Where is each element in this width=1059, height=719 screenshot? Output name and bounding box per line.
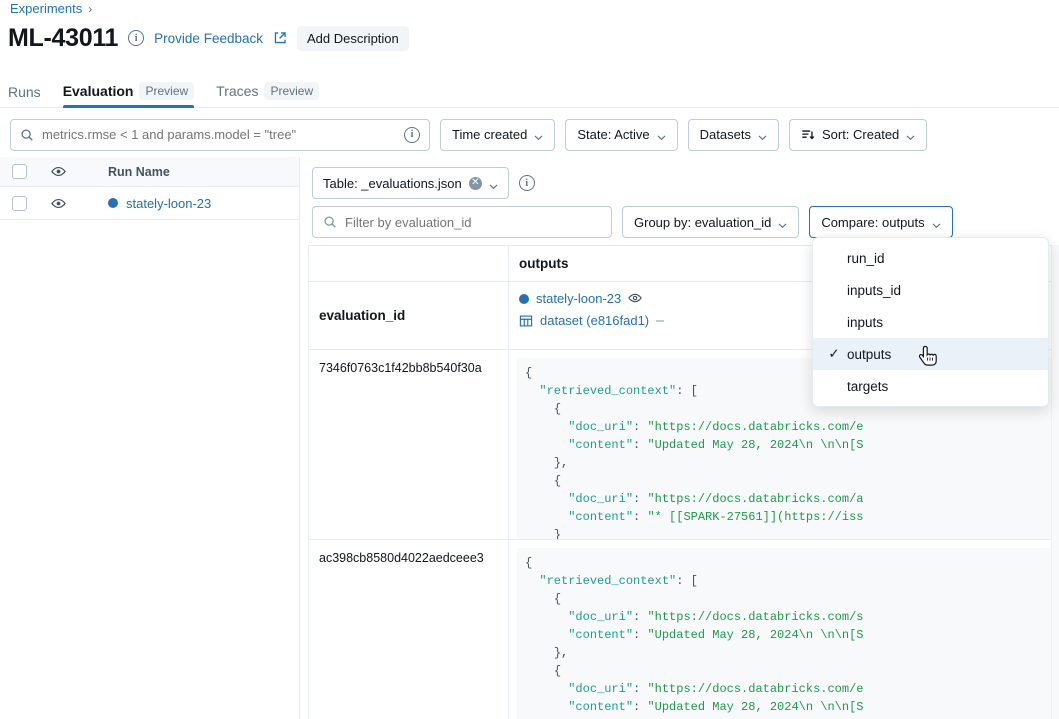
- run-name-cell: stately-loon-23: [78, 196, 299, 211]
- chevron-down-icon: [932, 218, 941, 227]
- select-all-checkbox-cell: [0, 164, 38, 179]
- table-selector-label: Table: _evaluations.json: [323, 176, 462, 191]
- evaluation-toolbar-top: Table: _evaluations.json ✕ i: [300, 157, 1059, 199]
- compare-menu-item-label: inputs: [847, 315, 883, 330]
- compare-menu-item-run-id[interactable]: run_id: [813, 242, 1048, 274]
- chevron-down-icon: [534, 130, 543, 139]
- tab-evaluation-preview-badge: Preview: [139, 82, 194, 100]
- tab-bar: Runs Evaluation Preview Traces Preview: [0, 76, 1059, 108]
- app-root: Experiments › ML-43011 i Provide Feedbac…: [0, 0, 1059, 719]
- run-color-dot: [519, 294, 529, 304]
- chevron-down-icon: [657, 130, 666, 139]
- provide-feedback-link[interactable]: Provide Feedback: [154, 31, 263, 46]
- outputs-json-cell[interactable]: { "retrieved_context": [ { "doc_uri": "h…: [509, 540, 1059, 719]
- vertical-scrollbar[interactable]: [1051, 245, 1059, 719]
- compare-label: Compare: outputs: [821, 215, 924, 230]
- tab-evaluation[interactable]: Evaluation Preview: [63, 82, 194, 107]
- run-name-column-label: Run Name: [108, 165, 170, 179]
- header-visibility-cell: [38, 164, 78, 179]
- breadcrumb-experiments-link[interactable]: Experiments: [10, 1, 82, 16]
- select-all-checkbox[interactable]: [12, 164, 27, 179]
- tab-runs-label: Runs: [8, 84, 41, 100]
- evaluation-id-value: ac398cb8580d4022aedceee3: [309, 540, 509, 719]
- visibility-icon[interactable]: [51, 196, 66, 211]
- compare-button[interactable]: Compare: outputs: [809, 206, 952, 238]
- json-content-1: { "retrieved_context": [ { "doc_uri": "h…: [525, 554, 1051, 719]
- clear-icon[interactable]: ✕: [469, 177, 482, 190]
- state-filter-button[interactable]: State: Active: [565, 119, 677, 151]
- sort-label: Sort: Created: [822, 127, 899, 142]
- meta-run-link[interactable]: stately-loon-23: [536, 291, 621, 306]
- chevron-down-icon: [778, 218, 787, 227]
- tab-evaluation-label: Evaluation: [63, 83, 134, 99]
- header-blank-cell: [309, 246, 509, 281]
- search-input[interactable]: [42, 127, 396, 142]
- compare-menu-item-label: inputs_id: [847, 283, 901, 298]
- sort-button[interactable]: Sort: Created: [789, 119, 927, 151]
- page-title: ML-43011: [8, 22, 118, 54]
- run-link-stately-loon-23[interactable]: stately-loon-23: [126, 196, 211, 211]
- filter-bar: i Time created State: Active Datasets So…: [0, 112, 1059, 157]
- evaluation-toolbar-bottom: Group by: evaluation_id Compare: outputs: [300, 199, 1059, 241]
- evaluation-id-label: evaluation_id: [309, 282, 509, 349]
- json-viewer: { "retrieved_context": [ { "doc_uri": "h…: [517, 548, 1059, 719]
- table-row[interactable]: ac398cb8580d4022aedceee3 { "retrieved_co…: [309, 540, 1059, 719]
- sort-icon: [801, 128, 815, 142]
- table-row[interactable]: stately-loon-23: [0, 187, 299, 220]
- chevron-down-icon: [906, 130, 915, 139]
- compare-menu-item-label: run_id: [847, 251, 885, 266]
- datasets-label: Datasets: [700, 127, 751, 142]
- evaluation-filter-input[interactable]: [345, 215, 601, 230]
- title-row: ML-43011 i Provide Feedback Add Descript…: [8, 22, 409, 54]
- row-visibility-cell: [38, 196, 78, 211]
- breadcrumb: Experiments ›: [10, 1, 92, 16]
- dataset-dash-icon: [656, 320, 664, 322]
- check-icon: ✓: [821, 346, 847, 362]
- chevron-down-icon: [489, 179, 498, 188]
- table-selector-button[interactable]: Table: _evaluations.json ✕: [312, 167, 509, 199]
- evaluation-filter-box[interactable]: [312, 206, 612, 238]
- compare-dropdown-menu: run_id inputs_idinputs ✓outputs targets: [812, 237, 1049, 407]
- time-created-filter-button[interactable]: Time created: [440, 119, 555, 151]
- search-icon: [323, 215, 337, 229]
- row-checkbox[interactable]: [12, 196, 27, 211]
- tab-traces-label: Traces: [216, 83, 258, 99]
- compare-menu-item-inputs-id[interactable]: inputs_id: [813, 274, 1048, 306]
- search-info-icon[interactable]: i: [404, 127, 420, 143]
- tab-traces-preview-badge: Preview: [264, 82, 319, 100]
- run-color-dot: [108, 198, 118, 208]
- compare-menu-item-label: outputs: [847, 347, 891, 362]
- table-info-icon[interactable]: i: [519, 175, 535, 191]
- run-name-header-cell: Run Name: [78, 165, 299, 179]
- evaluation-id-value: 7346f0763c1f42bb8b540f30a: [309, 350, 509, 539]
- time-created-label: Time created: [452, 127, 527, 142]
- compare-menu-item-targets[interactable]: targets: [813, 370, 1048, 402]
- group-by-button[interactable]: Group by: evaluation_id: [622, 206, 799, 238]
- datasets-filter-button[interactable]: Datasets: [688, 119, 779, 151]
- info-icon[interactable]: i: [128, 30, 144, 46]
- tab-traces[interactable]: Traces Preview: [216, 82, 319, 107]
- tab-runs[interactable]: Runs: [8, 84, 41, 107]
- table-icon: [519, 314, 533, 328]
- breadcrumb-separator: ›: [88, 2, 92, 16]
- external-link-icon[interactable]: [273, 31, 287, 45]
- compare-menu-item-inputs[interactable]: inputs: [813, 306, 1048, 338]
- mouse-cursor: [919, 345, 941, 371]
- group-by-label: Group by: evaluation_id: [634, 215, 771, 230]
- run-search-box[interactable]: i: [10, 119, 430, 151]
- state-filter-label: State: Active: [577, 127, 649, 142]
- compare-menu-item-label: targets: [847, 379, 888, 394]
- add-description-button[interactable]: Add Description: [297, 26, 409, 51]
- visibility-icon[interactable]: [628, 291, 643, 306]
- runs-table-header: Run Name: [0, 157, 299, 187]
- visibility-icon[interactable]: [51, 164, 66, 179]
- search-icon: [20, 128, 34, 142]
- runs-pane: Run Name stately-loon-23: [0, 157, 300, 719]
- chevron-down-icon: [758, 130, 767, 139]
- row-checkbox-cell: [0, 196, 38, 211]
- meta-dataset-link[interactable]: dataset (e816fad1): [540, 313, 649, 328]
